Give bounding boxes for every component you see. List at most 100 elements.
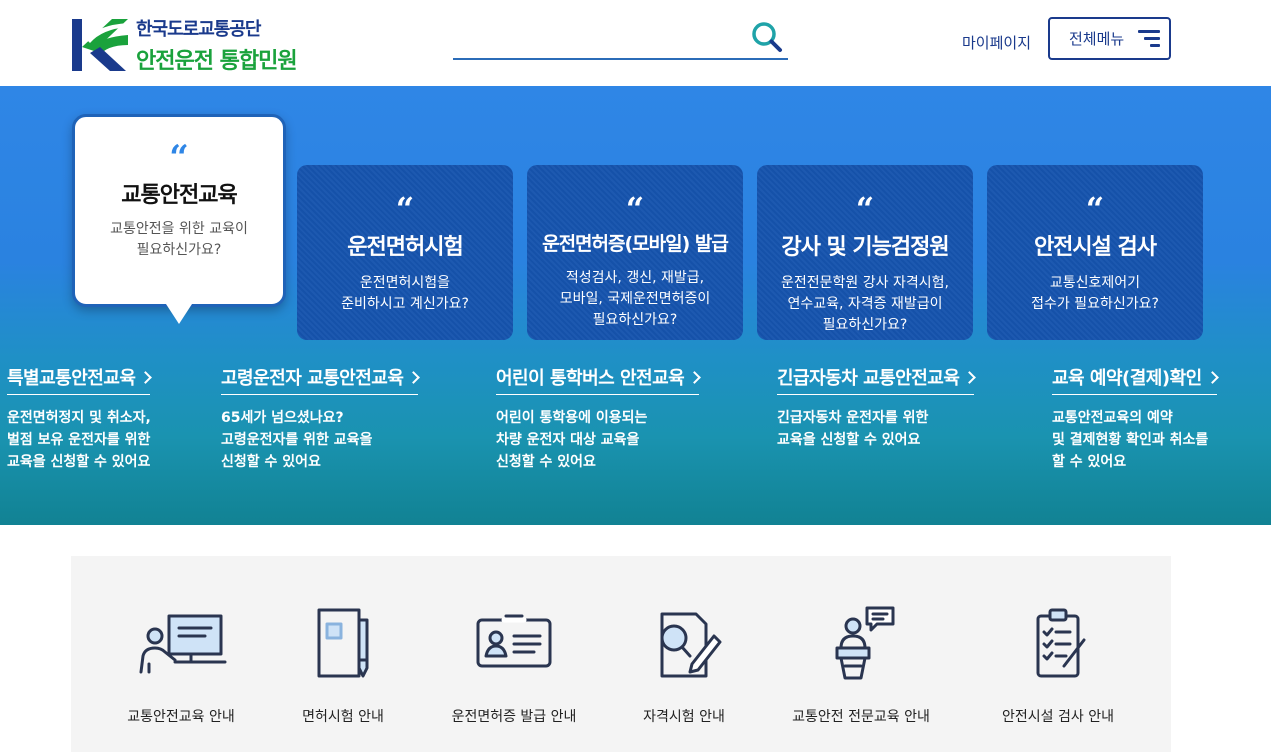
link-desc-line: 신청할 수 있어요 [496,454,596,470]
card-instructor-examiner[interactable]: “ 강사 및 기능검정원 운전전문학원 강사 자격시험, 연수교육, 자격증 재… [757,165,973,340]
card-driving-license-test[interactable]: “ 운전면허시험 운전면허시험을 준비하시고 계신가요? [297,165,513,340]
teacher-board-icon [131,606,231,686]
link-desc-line: 차량 운전자 대상 교육을 [496,432,640,448]
card-desc-line: 필요하신가요? [592,312,678,328]
card-desc: 운전면허시험을 준비하시고 계신가요? [297,273,513,315]
quote-icon: “ [1085,190,1105,228]
link-label: 특별교통안전교육 [7,368,136,389]
card-title: 교통안전교육 [121,183,237,208]
card-desc-line: 필요하신가요? [136,242,222,258]
card-desc-line: 운전면허시험을 [359,275,451,291]
link-desc: 운전면허정지 및 취소자, 벌점 보유 운전자를 위한 교육을 신청할 수 있어… [7,407,151,473]
search-bar [453,18,788,60]
link-elderly-driver-title[interactable]: 고령운전자 교통안전교육 [221,364,421,395]
quick-item-label: 자격시험 안내 [643,709,725,725]
site-logo[interactable]: 한국도로교통공단 안전운전 통합민원 [72,16,322,74]
card-traffic-safety-education[interactable]: “ 교통안전교육 교통안전을 위한 교육이 필요하신가요? [72,114,286,307]
site-header: 한국도로교통공단 안전운전 통합민원 마이페이지 전체메뉴 [0,0,1271,86]
card-desc-line: 준비하시고 계신가요? [341,296,469,312]
card-desc-line: 적성검사, 갱신, 재발급, [565,270,705,286]
link-desc-line: 긴급자동차 운전자를 위한 [777,410,929,426]
quote-icon: “ [169,138,189,178]
quick-item-label: 교통안전교육 안내 [127,709,235,725]
chevron-right-icon [139,370,153,384]
quick-item-professional-education-guide[interactable]: 교통안전 전문교육 안내 [776,606,946,726]
link-label: 교육 예약(결제)확인 [1052,368,1202,389]
link-desc-line: 할 수 있어요 [1052,454,1127,470]
card-desc-line: 연수교육, 자격증 재발급이 [787,296,943,312]
card-title: 운전면허시험 [347,235,463,260]
link-special-education-title[interactable]: 특별교통안전교육 [7,364,153,395]
quick-item-label: 교통안전 전문교육 안내 [792,709,930,725]
kotsa-logo-icon [72,17,130,73]
search-input[interactable] [453,24,743,54]
link-desc-line: 교육을 신청할 수 있어요 [777,432,921,448]
chevron-right-icon [963,370,977,384]
quote-icon: “ [395,190,415,228]
link-label: 어린이 통학버스 안전교육 [496,368,685,389]
link-desc-line: 65세가 넘으셨나요? [221,410,344,426]
quick-item-license-issuance-guide[interactable]: 운전면허증 발급 안내 [429,606,599,726]
id-card-icon [464,606,564,686]
card-safety-facility-inspection[interactable]: “ 안전시설 검사 교통신호제어기 접수가 필요하신가요? [987,165,1203,340]
card-desc-line: 교통신호제어기 [1049,275,1141,291]
all-menu-button[interactable]: 전체메뉴 [1048,17,1171,60]
card-desc: 교통안전을 위한 교육이 필요하신가요? [75,219,283,261]
link-emergency-vehicle-title[interactable]: 긴급자동차 교통안전교육 [777,364,977,395]
certificate-exam-icon [634,606,734,686]
quick-item-license-exam-guide[interactable]: 면허시험 안내 [258,606,428,726]
quick-item-certificate-exam-guide[interactable]: 자격시험 안내 [599,606,769,726]
card-license-issuance[interactable]: “ 운전면허증(모바일) 발급 적성검사, 갱신, 재발급, 모바일, 국제운전… [527,165,743,340]
logo-service-name: 안전운전 통합민원 [136,49,298,74]
quick-menu: 교통안전교육 안내 면허시험 안내 운전면허증 발급 안내 자격시험 안내 교통… [71,556,1171,752]
card-desc-line: 접수가 필요하신가요? [1031,296,1159,312]
card-desc-line: 운전전문학원 강사 자격시험, [781,275,949,291]
card-desc-line: 모바일, 국제운전면허증이 [559,291,711,307]
link-school-bus-title[interactable]: 어린이 통학버스 안전교육 [496,364,702,395]
link-desc: 어린이 통학용에 이용되는 차량 운전자 대상 교육을 신청할 수 있어요 [496,407,699,473]
quick-item-label: 운전면허증 발급 안내 [451,709,577,725]
link-desc-line: 교통안전교육의 예약 [1052,410,1173,426]
quote-icon: “ [625,190,645,228]
quick-item-education-guide[interactable]: 교통안전교육 안내 [96,606,266,726]
link-label: 고령운전자 교통안전교육 [221,368,404,389]
link-desc-line: 교육을 신청할 수 있어요 [7,454,151,470]
link-label: 긴급자동차 교통안전교육 [777,368,960,389]
link-desc: 긴급자동차 운전자를 위한 교육을 신청할 수 있어요 [777,407,974,451]
link-special-education: 특별교통안전교육 운전면허정지 및 취소자, 벌점 보유 운전자를 위한 교육을… [7,364,153,473]
link-reservation-check: 교육 예약(결제)확인 교통안전교육의 예약 및 결제현황 확인과 취소를 할 … [1052,364,1219,473]
card-desc: 적성검사, 갱신, 재발급, 모바일, 국제운전면허증이 필요하신가요? [527,268,743,331]
link-elderly-driver-education: 고령운전자 교통안전교육 65세가 넘으셨나요? 고령운전자를 위한 교육을 신… [221,364,421,473]
card-desc: 교통신호제어기 접수가 필요하신가요? [987,273,1203,315]
chevron-right-icon [688,370,702,384]
hamburger-icon [1138,29,1161,48]
card-title: 운전면허증(모바일) 발급 [542,233,729,255]
link-desc-line: 운전면허정지 및 취소자, [7,410,151,426]
search-icon[interactable] [750,20,784,54]
hero-section: “ 교통안전교육 교통안전을 위한 교육이 필요하신가요? “ 운전면허시험 운… [0,86,1271,525]
quote-icon: “ [855,190,875,228]
quick-item-facility-inspection-guide[interactable]: 안전시설 검사 안내 [973,606,1143,726]
card-title: 안전시설 검사 [1033,235,1157,260]
logo-org-name: 한국도로교통공단 [136,19,261,40]
chevron-right-icon [1205,370,1219,384]
link-desc: 65세가 넘으셨나요? 고령운전자를 위한 교육을 신청할 수 있어요 [221,407,418,473]
all-menu-label: 전체메뉴 [1069,30,1125,48]
link-desc-line: 신청할 수 있어요 [221,454,321,470]
link-school-bus-education: 어린이 통학버스 안전교육 어린이 통학용에 이용되는 차량 운전자 대상 교육… [496,364,702,473]
link-reservation-check-title[interactable]: 교육 예약(결제)확인 [1052,364,1219,395]
checklist-clipboard-icon [1008,606,1108,686]
card-pointer [166,304,192,324]
license-exam-icon [293,606,393,686]
link-desc-line: 어린이 통학용에 이용되는 [496,410,648,426]
card-title: 강사 및 기능검정원 [781,235,949,260]
card-desc: 운전전문학원 강사 자격시험, 연수교육, 자격증 재발급이 필요하신가요? [757,273,973,336]
card-desc-line: 교통안전을 위한 교육이 [110,221,248,237]
mypage-link[interactable]: 마이페이지 [962,32,1031,53]
link-desc-line: 벌점 보유 운전자를 위한 [7,432,151,448]
quick-item-label: 면허시험 안내 [302,709,384,725]
link-desc: 교통안전교육의 예약 및 결제현황 확인과 취소를 할 수 있어요 [1052,407,1217,473]
card-desc-line: 필요하신가요? [822,317,908,333]
quick-item-label: 안전시설 검사 안내 [1002,709,1114,725]
link-emergency-vehicle-education: 긴급자동차 교통안전교육 긴급자동차 운전자를 위한 교육을 신청할 수 있어요 [777,364,977,451]
